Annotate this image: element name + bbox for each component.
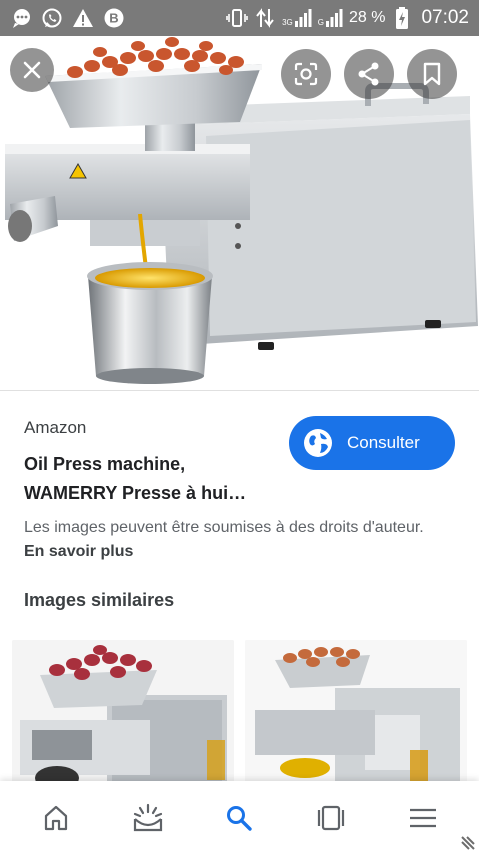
discover-icon: [133, 803, 162, 831]
similar-image-1-picture: [12, 640, 234, 790]
signal-3g-icon: 3G: [282, 9, 312, 27]
result-title-line-2: WAMERRY Presse à hui…: [24, 483, 247, 503]
lens-button[interactable]: [281, 49, 331, 99]
data-arrows-icon: [254, 7, 276, 29]
similar-image-1[interactable]: [12, 640, 234, 790]
visit-button-label: Consulter: [347, 433, 420, 452]
battery-percentage: 28 %: [348, 9, 386, 26]
svg-text:B: B: [109, 11, 118, 26]
close-icon: [23, 61, 41, 79]
battery-charging-icon: [391, 7, 413, 29]
similar-image-2[interactable]: [245, 640, 467, 790]
globe-icon: [304, 429, 332, 457]
whatsapp-icon: [41, 7, 63, 29]
signal-g-icon: G: [318, 9, 343, 27]
nav-menu[interactable]: [393, 788, 453, 848]
home-icon: [44, 805, 67, 830]
bookmark-icon: [423, 62, 441, 86]
copyright-notice: Les images peuvent être soumises à des d…: [24, 516, 444, 564]
result-title[interactable]: Oil Press machine, WAMERRY Presse à hui…: [24, 450, 286, 508]
vibrate-icon: [226, 7, 248, 29]
lens-icon: [294, 62, 318, 86]
visit-button[interactable]: Consulter: [289, 416, 455, 470]
nav-search[interactable]: [209, 788, 269, 848]
resize-handle-icon: [459, 834, 477, 852]
result-title-line-1: Oil Press machine,: [24, 454, 186, 474]
app-b-icon: B: [103, 7, 125, 29]
nav-discover[interactable]: [118, 788, 178, 848]
divider: [0, 390, 479, 391]
chat-bubble-icon: [10, 7, 32, 29]
tabs-icon: [318, 805, 345, 830]
search-icon: [227, 805, 253, 831]
nav-home[interactable]: [26, 788, 86, 848]
learn-more-link[interactable]: En savoir plus: [24, 543, 133, 560]
close-button[interactable]: [10, 48, 54, 92]
nav-tabs[interactable]: [301, 788, 361, 848]
menu-icon: [410, 808, 437, 827]
share-button[interactable]: [344, 49, 394, 99]
image-viewer[interactable]: [0, 36, 479, 390]
clock: 07:02: [421, 7, 469, 28]
similar-images-heading: Images similaires: [24, 590, 175, 610]
product-image[interactable]: [0, 36, 479, 390]
bookmark-button[interactable]: [407, 49, 457, 99]
share-icon: [358, 62, 379, 86]
similar-image-2-picture: [245, 640, 467, 790]
bottom-navigation: [0, 781, 479, 854]
warning-icon: [72, 7, 94, 29]
status-bar: B 3G G 28 % 07:02: [0, 0, 479, 36]
copyright-text: Les images peuvent être soumises à des d…: [24, 519, 424, 536]
source-name[interactable]: Amazon: [24, 418, 86, 438]
